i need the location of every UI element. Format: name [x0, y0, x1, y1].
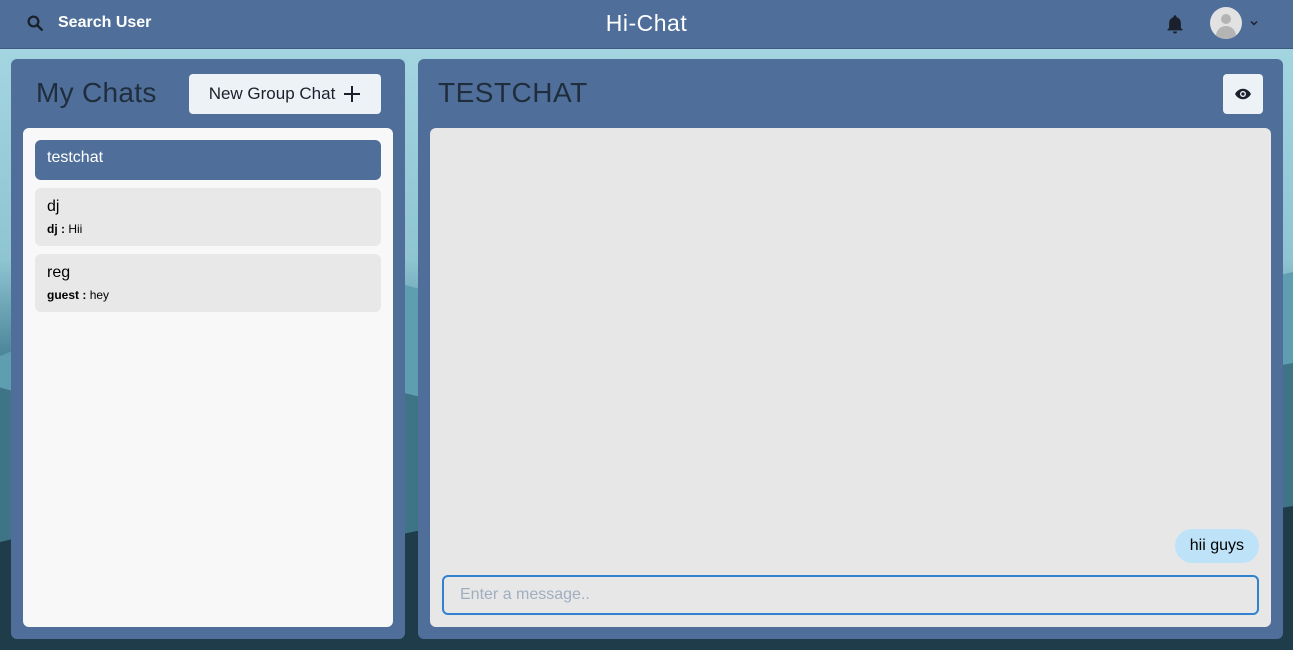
- chat-item-testchat[interactable]: testchat: [35, 140, 381, 180]
- view-chat-details-button[interactable]: [1223, 74, 1263, 114]
- chat-preview: guest : hey: [47, 288, 369, 302]
- plus-icon: [344, 86, 361, 102]
- chat-name: reg: [47, 264, 71, 281]
- chat-name: testchat: [47, 149, 104, 166]
- bell-icon[interactable]: [1164, 13, 1186, 35]
- message-bubble-own: hii guys: [1174, 529, 1259, 563]
- chat-preview: dj : Hii: [47, 222, 369, 236]
- preview-sender: guest :: [47, 288, 87, 302]
- my-chats-panel: My Chats New Group Chat testchat dj dj :…: [11, 59, 405, 639]
- preview-message: Hii: [68, 222, 83, 236]
- chevron-down-icon: [1250, 20, 1258, 26]
- preview-message: hey: [89, 288, 110, 302]
- chat-item-dj[interactable]: dj dj : Hii: [35, 188, 381, 246]
- chat-panel: TESTCHAT hii guys: [418, 59, 1283, 639]
- new-group-chat-button[interactable]: New Group Chat: [189, 74, 381, 114]
- chat-name: dj: [47, 198, 60, 215]
- top-bar: Search User Hi-Chat: [0, 0, 1293, 49]
- profile-menu-button[interactable]: [1210, 7, 1260, 39]
- chat-item-reg[interactable]: reg guest : hey: [35, 254, 381, 312]
- message-input[interactable]: [442, 575, 1259, 615]
- app-title: Hi-Chat: [605, 10, 688, 36]
- messages-area[interactable]: hii guys: [430, 128, 1271, 627]
- chat-list: testchat dj dj : Hii reg guest : hey: [23, 128, 393, 627]
- chat-title: TESTCHAT: [438, 77, 588, 108]
- eye-icon: [1235, 88, 1251, 100]
- my-chats-title: My Chats: [36, 77, 157, 108]
- new-group-chat-label: New Group Chat: [208, 84, 336, 103]
- avatar: [1210, 7, 1242, 39]
- preview-sender: dj :: [47, 222, 65, 236]
